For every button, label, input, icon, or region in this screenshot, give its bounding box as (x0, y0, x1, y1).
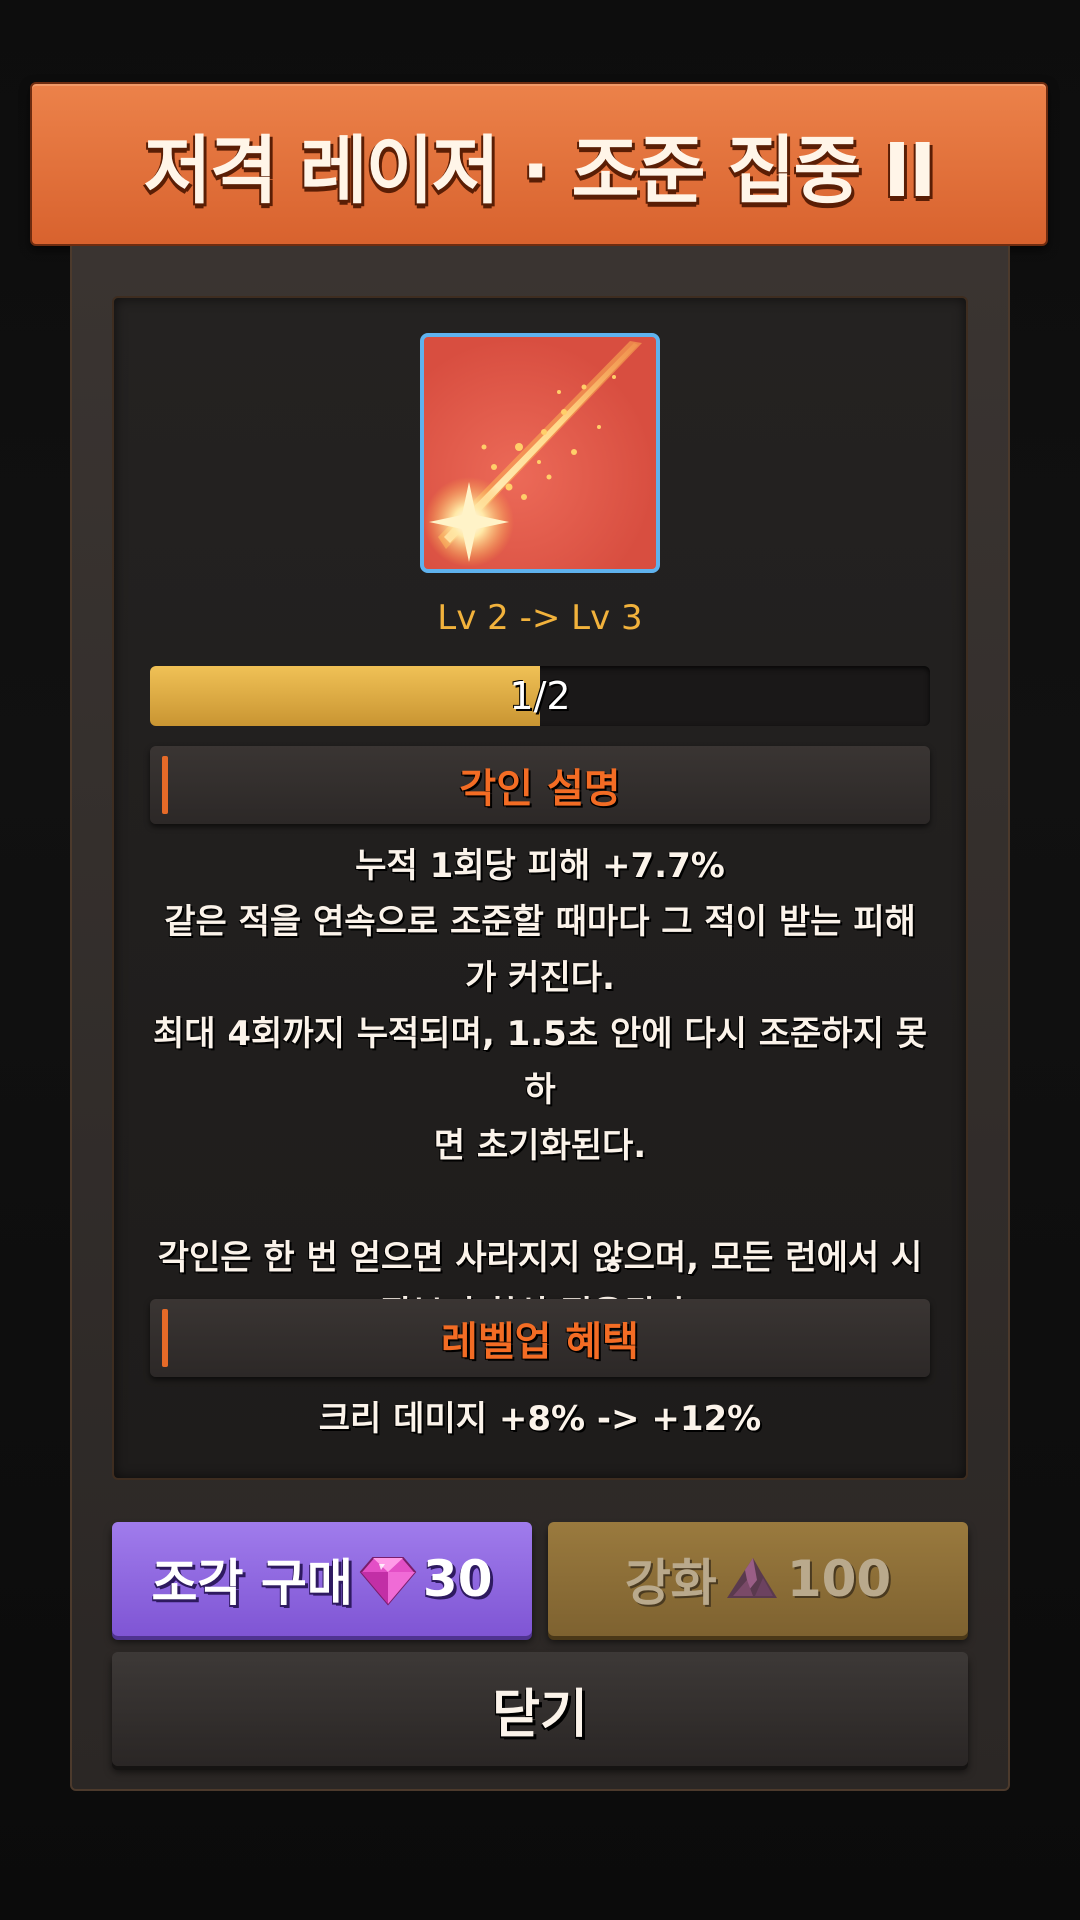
buy-label: 조각 구매 (151, 1554, 353, 1612)
levelup-header: 레벨업 혜택 (150, 1299, 930, 1377)
gem-icon (359, 1550, 417, 1608)
title-banner: 저격 레이저 · 조준 집중 II (30, 82, 1048, 246)
section-accent (162, 756, 168, 814)
page-title: 저격 레이저 · 조준 집중 II (143, 127, 937, 214)
close-button[interactable]: 닫기 (112, 1652, 968, 1766)
upgrade-button[interactable]: 강화 100 (548, 1522, 968, 1636)
level-transition: Lv 2 -> Lv 3 (437, 598, 643, 638)
description-line: 누적 1회당 피해 +7.7% (355, 846, 725, 886)
levelup-title: 레벨업 혜택 (441, 1319, 639, 1365)
description-title: 각인 설명 (459, 766, 621, 812)
shard-progress-bar: 1/2 (150, 666, 930, 726)
description-line: 각인은 한 번 얻으면 사라지지 않으며, 모든 런에서 시 (157, 1238, 923, 1278)
description-line: 같은 적을 연속으로 조준할 때마다 그 적이 받는 피해 (164, 902, 916, 942)
upgrade-cost: 100 (786, 1550, 892, 1608)
description-line: 가 커진다. (465, 958, 615, 998)
buy-cost: 30 (422, 1550, 493, 1608)
close-label: 닫기 (492, 1684, 588, 1745)
levelup-benefit: 크리 데미지 +8% -> +12% (318, 1399, 762, 1439)
laser-streak-icon (420, 333, 660, 573)
description-line (150, 1174, 930, 1230)
shard-pile-icon (723, 1550, 781, 1608)
engraving-description: 누적 1회당 피해 +7.7% 같은 적을 연속으로 조준할 때마다 그 적이 … (150, 838, 930, 1342)
progress-count: 1/2 (509, 674, 571, 718)
description-line: 면 초기화된다. (433, 1126, 647, 1166)
section-accent (162, 1309, 168, 1367)
buy-shard-button[interactable]: 조각 구매 30 (112, 1522, 532, 1636)
description-header: 각인 설명 (150, 746, 930, 824)
upgrade-label: 강화 (624, 1554, 717, 1612)
description-line: 최대 4회까지 누적되며, 1.5초 안에 다시 조준하지 못하 (153, 1014, 927, 1110)
